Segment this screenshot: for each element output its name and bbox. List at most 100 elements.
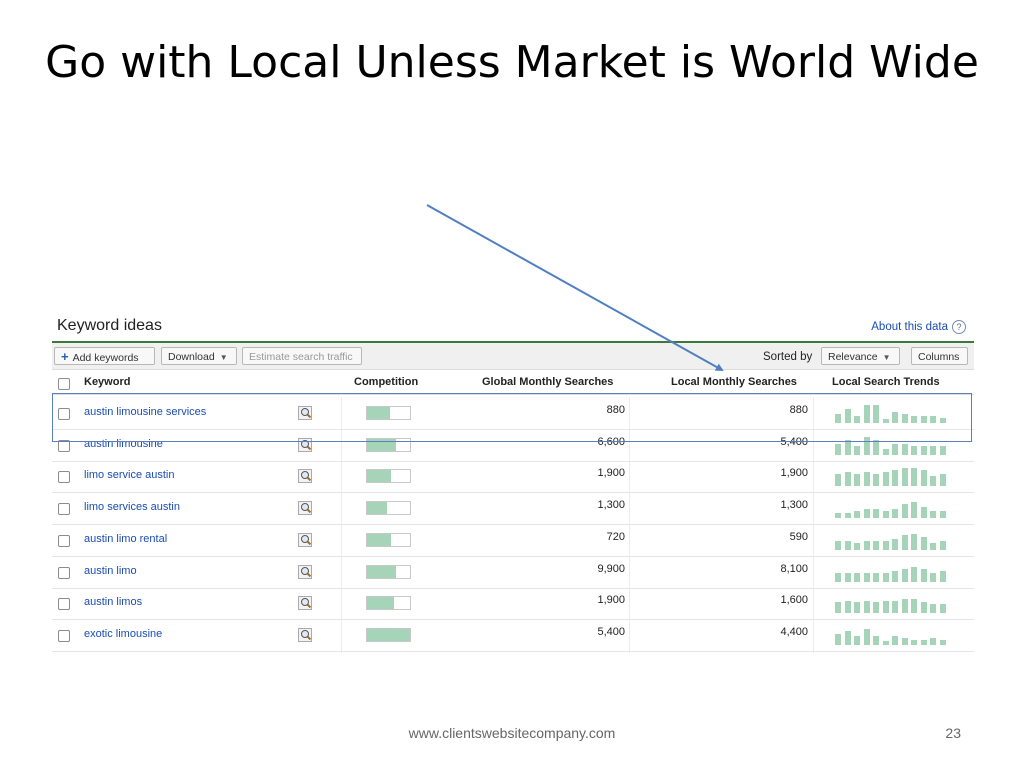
trend-bar [901,598,908,614]
trend-bar [911,415,917,423]
keyword-link[interactable]: limo services austin [84,501,180,513]
trend-bar [863,405,870,423]
row-checkbox[interactable] [58,566,70,579]
trend-bar [911,598,917,614]
trend-bar [920,445,927,455]
trend-bar [901,503,908,519]
trend-bar [939,473,946,487]
row-checkbox[interactable] [58,408,70,420]
row-checkbox[interactable] [58,598,70,611]
trend-bar [854,415,860,423]
magnifier-icon[interactable] [298,564,312,579]
global-searches-value: 5,400 [597,625,625,638]
trend-bar [920,507,927,519]
magnifier-icon[interactable] [298,437,312,452]
trend-bar [939,639,946,645]
keyword-link[interactable]: exotic limousine [84,628,162,640]
competition-fill [367,502,388,515]
row-checkbox[interactable] [58,629,70,642]
trend-bar [882,572,889,582]
global-searches-column-header[interactable]: Global Monthly Searches [482,376,613,388]
columns-button[interactable]: Columns [911,347,968,365]
keyword-link[interactable]: austin limos [84,596,142,608]
search-trend-sparkline [835,498,951,519]
table-row: austin limos 1,900 1,600 [52,587,974,621]
competition-fill [367,565,396,578]
add-keywords-button[interactable]: + Add keywords [54,347,155,365]
row-checkbox[interactable] [58,534,70,547]
trends-column-header[interactable]: Local Search Trends [832,376,940,388]
row-checkbox[interactable] [58,503,70,516]
about-this-data-link[interactable]: About this data? [871,320,966,334]
global-searches-value: 1,900 [597,467,625,480]
trend-bar [911,445,917,455]
competition-fill [367,438,396,451]
competition-column-header[interactable]: Competition [354,376,418,388]
search-trend-sparkline [835,625,951,645]
local-searches-value: 1,600 [780,594,808,607]
trend-bar [920,537,927,550]
magnifier-icon[interactable] [298,469,312,484]
relevance-label: Relevance [828,351,878,363]
magnifier-icon[interactable] [298,627,312,642]
select-all-checkbox[interactable] [58,378,70,390]
trend-bar [939,510,946,519]
row-checkbox[interactable] [58,471,70,484]
competition-bar [366,564,411,579]
help-icon[interactable]: ? [952,320,966,334]
global-searches-value: 6,600 [597,435,625,448]
download-dropdown[interactable]: Download ▼ [161,347,237,365]
relevance-dropdown[interactable]: Relevance ▼ [821,347,900,365]
trend-bar [854,572,860,582]
trend-bar [844,408,851,423]
magnifier-icon[interactable] [298,406,312,420]
trend-bar [882,472,889,487]
table-row: austin limousine services 880 880 [52,397,974,430]
trend-bar [920,470,927,487]
trend-bar [892,539,898,550]
competition-fill [367,470,391,483]
trend-bar [892,509,898,519]
keyword-link[interactable]: austin limousine services [84,406,206,418]
keyword-link[interactable]: austin limo [84,565,137,577]
trend-bar [901,637,908,645]
search-trend-sparkline [835,593,951,614]
search-trend-sparkline [835,466,951,487]
trend-bar [911,639,917,645]
local-searches-value: 880 [789,404,808,416]
local-searches-column-header[interactable]: Local Monthly Searches [671,376,797,388]
trend-bar [911,501,917,519]
keyword-link[interactable]: austin limousine [84,438,163,450]
competition-bar [366,596,411,611]
global-searches-value: 880 [606,404,625,416]
trend-bar [930,510,936,519]
keyword-column-header[interactable]: Keyword [84,376,130,388]
magnifier-icon[interactable] [298,501,312,516]
keyword-link[interactable]: limo service austin [84,469,174,481]
download-label: Download [168,351,215,363]
trend-bar [873,509,879,519]
estimate-search-traffic-button[interactable]: Estimate search traffic [242,347,362,365]
row-checkbox[interactable] [58,439,70,452]
trend-bar [873,602,879,614]
panel-title: Keyword ideas [57,317,162,334]
about-link-label[interactable]: About this data [871,321,948,333]
magnifier-icon[interactable] [298,532,312,547]
trend-bar [892,470,898,487]
trend-bar [844,512,851,519]
competition-bar [366,469,411,484]
competition-bar [366,406,411,420]
trend-bar [882,419,889,423]
keyword-link[interactable]: austin limo rental [84,533,167,545]
plus-icon: + [61,349,69,364]
competition-fill [367,533,391,546]
trend-bar [835,512,841,519]
trend-bar [930,637,936,645]
trend-bar [939,570,946,582]
trend-bar [930,445,936,455]
magnifier-icon[interactable] [298,596,312,611]
local-searches-value: 1,300 [780,499,808,512]
add-keywords-label: Add keywords [72,352,139,364]
global-searches-value: 9,900 [597,562,625,575]
trend-bar [835,473,841,487]
